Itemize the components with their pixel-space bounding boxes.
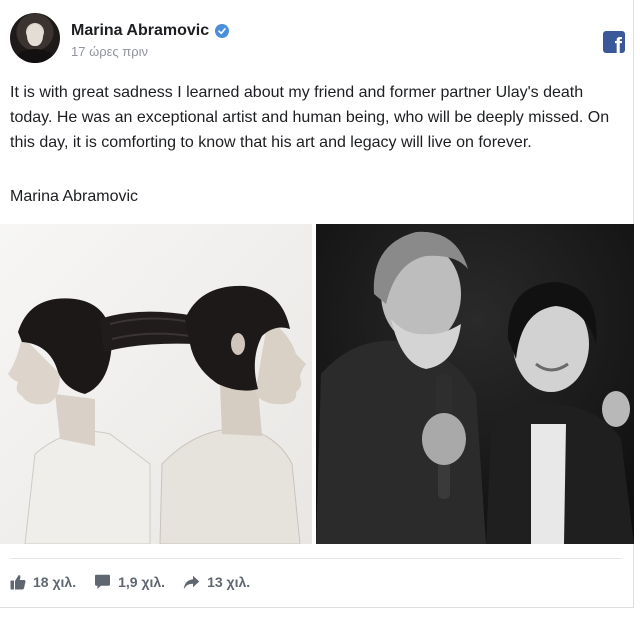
- post-text: It is with great sadness I learned about…: [10, 84, 610, 151]
- share-count-button[interactable]: 13 χιλ.: [183, 574, 250, 590]
- comment-count: 1,9 χιλ.: [118, 574, 166, 590]
- verified-badge-icon: [215, 24, 230, 38]
- avatar-face: [27, 24, 43, 46]
- photo-portrait[interactable]: [316, 224, 634, 544]
- photo-performance[interactable]: [0, 224, 312, 544]
- actions-divider: [10, 558, 622, 559]
- author-avatar[interactable]: [10, 13, 60, 63]
- post-timestamp[interactable]: 17 ώρες πριν: [71, 44, 148, 59]
- like-count: 18 χιλ.: [33, 574, 77, 590]
- post-signature: Marina Abramovic: [10, 188, 139, 205]
- share-arrow-icon: [183, 575, 200, 589]
- post-card: Marina Abramovic 17 ώρες πριν f It is wi…: [0, 0, 634, 608]
- post-stats-bar: 18 χιλ. 1,9 χιλ. 13 χιλ.: [10, 574, 268, 590]
- author-name[interactable]: Marina Abramovic: [71, 22, 209, 40]
- share-count: 13 χιλ.: [207, 574, 251, 590]
- avatar-shoulder: [16, 49, 54, 63]
- post-header: Marina Abramovic 17 ώρες πριν f: [10, 13, 630, 69]
- facebook-logo-icon[interactable]: f: [603, 31, 625, 53]
- performance-photo-art: [0, 224, 312, 544]
- like-count-button[interactable]: 18 χιλ.: [10, 574, 76, 590]
- portrait-photo-art: [316, 224, 634, 544]
- comment-count-button[interactable]: 1,9 χιλ.: [94, 574, 165, 590]
- author-name-row: Marina Abramovic: [71, 22, 230, 40]
- comment-bubble-icon: [95, 574, 111, 589]
- post-body: It is with great sadness I learned about…: [10, 80, 622, 155]
- thumbs-up-icon: [10, 575, 26, 590]
